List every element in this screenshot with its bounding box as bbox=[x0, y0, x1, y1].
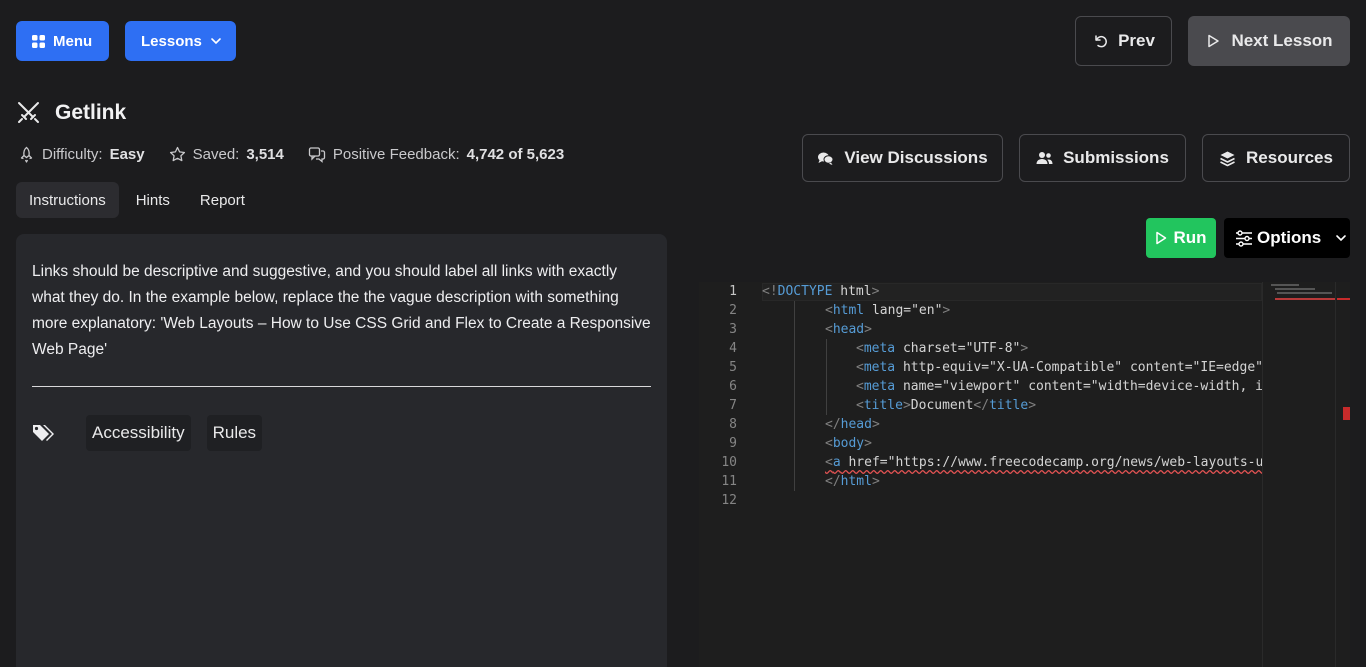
prev-button[interactable]: Prev bbox=[1075, 16, 1172, 66]
instructions-text: Links should be descriptive and suggesti… bbox=[32, 263, 651, 358]
layers-icon bbox=[1219, 150, 1236, 167]
minimap-line bbox=[1275, 288, 1315, 290]
options-dropdown[interactable]: Options bbox=[1224, 218, 1350, 258]
feedback-label: Positive Feedback: bbox=[332, 145, 460, 163]
feedback-value: 4,742 of 5,623 bbox=[466, 145, 565, 163]
code-line: </html> bbox=[825, 474, 880, 489]
difficulty-label: Difficulty: bbox=[42, 145, 103, 163]
tab-hints[interactable]: Hints bbox=[123, 182, 183, 218]
users-icon bbox=[1036, 151, 1053, 165]
rocket-icon bbox=[18, 146, 35, 163]
grid-icon bbox=[32, 34, 45, 48]
next-lesson-button[interactable]: Next Lesson bbox=[1188, 16, 1350, 66]
code-line: <meta name="viewport" content="width=dev… bbox=[856, 379, 1262, 394]
resources-label: Resources bbox=[1246, 148, 1333, 167]
resources-button[interactable]: Resources bbox=[1202, 134, 1350, 182]
saved-label: Saved: bbox=[192, 145, 240, 163]
next-lesson-label: Next Lesson bbox=[1231, 31, 1333, 50]
code-viewport: <!DOCTYPE html> <html lang="en"> <head> … bbox=[699, 282, 1262, 667]
feedback-meta: Positive Feedback: 4,742 of 5,623 bbox=[308, 146, 564, 163]
editor-scrollbar[interactable] bbox=[1335, 282, 1350, 667]
menu-button[interactable]: Menu bbox=[16, 21, 109, 61]
tag-accessibility[interactable]: Accessibility bbox=[86, 415, 191, 451]
code-line: <title>Document</title> bbox=[856, 398, 1037, 413]
lesson-tabs: Instructions Hints Report bbox=[16, 182, 258, 218]
sliders-icon bbox=[1235, 229, 1253, 247]
code-line-error: <a href="https://www.freecodecamp.org/ne… bbox=[825, 455, 1262, 470]
lessons-dropdown[interactable]: Lessons bbox=[125, 21, 236, 61]
instructions-panel: Links should be descriptive and suggesti… bbox=[16, 234, 667, 667]
lessons-label: Lessons bbox=[141, 32, 202, 50]
code-line: <html lang="en"> bbox=[825, 303, 951, 318]
error-marker bbox=[1337, 298, 1350, 300]
options-label: Options bbox=[1257, 228, 1322, 247]
comments-icon bbox=[817, 151, 834, 166]
code-line: <meta charset="UTF-8"> bbox=[856, 341, 1029, 356]
lesson-title: Getlink bbox=[55, 100, 127, 124]
submissions-button[interactable]: Submissions bbox=[1019, 134, 1186, 182]
lesson-meta: Difficulty: Easy Saved: 3,514 Positive F… bbox=[18, 144, 564, 164]
play-icon bbox=[1205, 33, 1221, 49]
tags-icon bbox=[32, 424, 86, 442]
tab-report[interactable]: Report bbox=[187, 182, 258, 218]
minimap-error bbox=[1275, 298, 1335, 300]
chevron-down-icon bbox=[210, 35, 222, 47]
saved-meta: Saved: 3,514 bbox=[169, 146, 284, 163]
tab-instructions[interactable]: Instructions bbox=[16, 182, 119, 218]
run-label: Run bbox=[1173, 228, 1207, 247]
star-icon bbox=[169, 146, 186, 163]
code-line: <!DOCTYPE html> bbox=[762, 284, 880, 299]
run-button[interactable]: Run bbox=[1146, 218, 1216, 258]
menu-label: Menu bbox=[53, 32, 93, 50]
tags-row: Accessibility Rules bbox=[32, 415, 263, 451]
undo-icon bbox=[1092, 33, 1108, 49]
lesson-title-row: Getlink bbox=[16, 100, 126, 125]
minimap[interactable] bbox=[1262, 282, 1335, 667]
difficulty-value: Easy bbox=[109, 145, 145, 163]
minimap-line bbox=[1277, 292, 1332, 294]
play-icon bbox=[1155, 231, 1167, 245]
error-marker bbox=[1343, 407, 1350, 420]
view-discussions-label: View Discussions bbox=[844, 148, 988, 167]
minimap-line bbox=[1271, 284, 1299, 286]
submissions-label: Submissions bbox=[1063, 148, 1169, 167]
code-line: <meta http-equiv="X-UA-Compatible" conte… bbox=[856, 360, 1262, 375]
prev-label: Prev bbox=[1118, 31, 1155, 50]
view-discussions-button[interactable]: View Discussions bbox=[802, 134, 1003, 182]
chevron-down-icon bbox=[1335, 232, 1347, 244]
saved-value: 3,514 bbox=[246, 145, 284, 163]
chat-bubbles-icon bbox=[308, 146, 326, 163]
difficulty-meta: Difficulty: Easy bbox=[18, 146, 145, 163]
divider bbox=[32, 386, 651, 387]
tag-rules[interactable]: Rules bbox=[206, 415, 263, 451]
crossed-swords-icon bbox=[16, 100, 41, 125]
code-line: <body> bbox=[825, 436, 872, 451]
code-line: <head> bbox=[825, 322, 872, 337]
code-line: </head> bbox=[825, 417, 880, 432]
code-editor[interactable]: 1 2 3 4 5 6 7 8 9 10 11 12 <!DOCTYPE htm… bbox=[699, 282, 1350, 667]
